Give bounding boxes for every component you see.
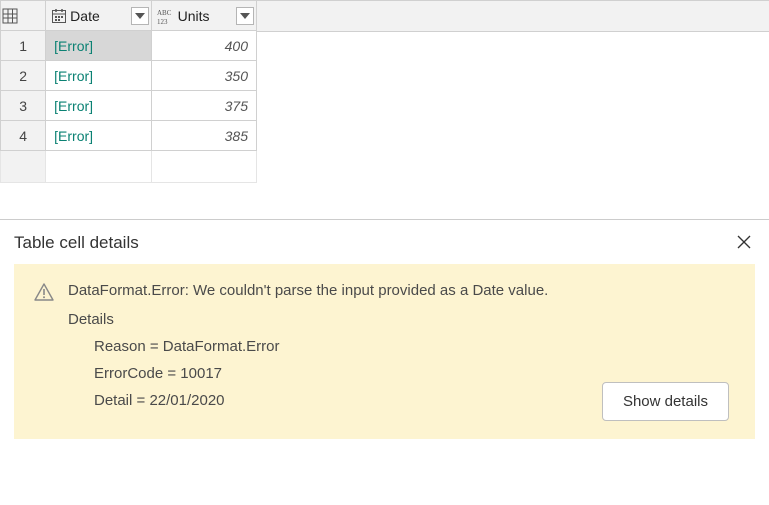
table-row[interactable]: 1 [Error] 400 bbox=[1, 31, 257, 61]
table-row[interactable]: 3 [Error] 375 bbox=[1, 91, 257, 121]
row-number[interactable]: 3 bbox=[1, 91, 46, 121]
svg-text:ABC: ABC bbox=[157, 9, 172, 17]
column-label: Units bbox=[178, 8, 210, 24]
row-number[interactable]: 4 bbox=[1, 121, 46, 151]
show-details-button[interactable]: Show details bbox=[602, 382, 729, 421]
table-icon bbox=[1, 7, 19, 25]
cell-units[interactable]: 350 bbox=[151, 61, 256, 91]
cell-date[interactable]: [Error] bbox=[46, 121, 151, 151]
error-value: [Error] bbox=[54, 98, 93, 114]
cell-units[interactable]: 400 bbox=[151, 31, 256, 61]
error-value: [Error] bbox=[54, 68, 93, 84]
close-icon[interactable] bbox=[733, 232, 755, 254]
column-header-date[interactable]: Date bbox=[46, 1, 151, 31]
error-box: DataFormat.Error: We couldn't parse the … bbox=[14, 264, 755, 439]
cell-date[interactable]: [Error] bbox=[46, 61, 151, 91]
numeric-value: 385 bbox=[160, 128, 248, 144]
svg-text:123: 123 bbox=[157, 18, 168, 25]
numeric-value: 350 bbox=[160, 68, 248, 84]
table-row[interactable]: 4 [Error] 385 bbox=[1, 121, 257, 151]
cell-units[interactable]: 375 bbox=[151, 91, 256, 121]
numeric-value: 375 bbox=[160, 98, 248, 114]
details-label: Details bbox=[68, 311, 735, 328]
error-value: [Error] bbox=[54, 38, 93, 54]
table-empty-row bbox=[1, 151, 257, 183]
abc123-icon: ABC 123 bbox=[156, 7, 176, 25]
table-row[interactable]: 2 [Error] 350 bbox=[1, 61, 257, 91]
error-reason: Reason = DataFormat.Error bbox=[94, 338, 735, 355]
column-header-units[interactable]: ABC 123 Units bbox=[151, 1, 256, 31]
cell-units[interactable]: 385 bbox=[151, 121, 256, 151]
table-empty-area bbox=[257, 0, 769, 220]
filter-dropdown-icon[interactable] bbox=[131, 7, 149, 25]
error-code: ErrorCode = 10017 bbox=[94, 365, 735, 382]
filter-dropdown-icon[interactable] bbox=[236, 7, 254, 25]
error-value: [Error] bbox=[54, 128, 93, 144]
table-corner[interactable] bbox=[1, 1, 46, 31]
column-label: Date bbox=[70, 8, 100, 24]
row-number[interactable]: 1 bbox=[1, 31, 46, 61]
numeric-value: 400 bbox=[160, 38, 248, 54]
error-message: DataFormat.Error: We couldn't parse the … bbox=[68, 282, 735, 299]
row-number[interactable]: 2 bbox=[1, 61, 46, 91]
warning-icon bbox=[34, 283, 54, 305]
calendar-icon bbox=[50, 7, 68, 25]
panel-title: Table cell details bbox=[14, 233, 139, 253]
cell-details-panel: Table cell details DataFormat.Error: We … bbox=[0, 220, 769, 455]
cell-date[interactable]: [Error] bbox=[46, 91, 151, 121]
cell-date[interactable]: [Error] bbox=[46, 31, 151, 61]
